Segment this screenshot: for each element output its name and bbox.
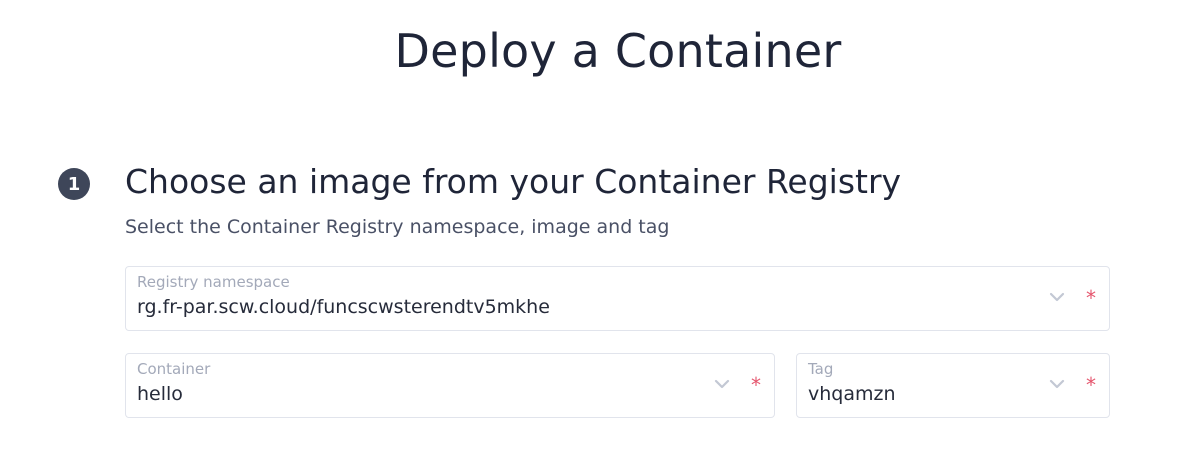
required-marker: * — [751, 373, 761, 397]
tag-value: vhqamzn — [808, 383, 896, 405]
chevron-down-icon[interactable] — [1048, 378, 1066, 390]
registry-namespace-select[interactable]: Registry namespace rg.fr-par.scw.cloud/f… — [125, 266, 1110, 331]
registry-namespace-label: Registry namespace — [137, 273, 290, 291]
container-value: hello — [137, 383, 183, 405]
chevron-down-icon[interactable] — [713, 378, 731, 390]
step-number-badge: 1 — [58, 168, 90, 200]
tag-select[interactable]: Tag vhqamzn * — [796, 353, 1110, 418]
required-marker: * — [1086, 373, 1096, 397]
container-select[interactable]: Container hello * — [125, 353, 775, 418]
step-subtitle: Select the Container Registry namespace,… — [125, 216, 670, 238]
step-title: Choose an image from your Container Regi… — [125, 162, 902, 201]
tag-label: Tag — [808, 360, 834, 378]
chevron-down-icon[interactable] — [1048, 291, 1066, 303]
page-title: Deploy a Container — [394, 24, 842, 78]
container-label: Container — [137, 360, 211, 378]
required-marker: * — [1086, 286, 1096, 310]
registry-namespace-value: rg.fr-par.scw.cloud/funcscwsterendtv5mkh… — [137, 296, 550, 318]
